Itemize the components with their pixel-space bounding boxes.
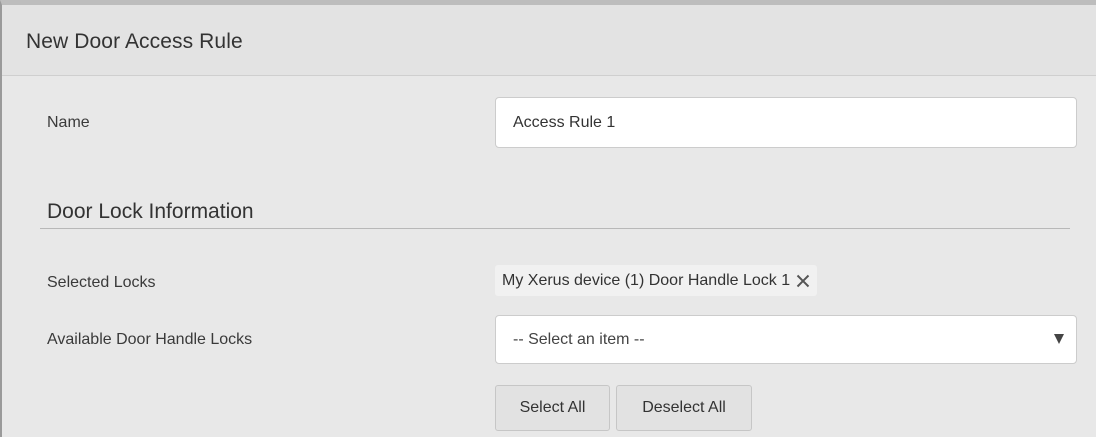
- available-locks-select-value: -- Select an item --: [513, 330, 645, 348]
- available-locks-label: Available Door Handle Locks: [47, 331, 253, 348]
- name-input[interactable]: Access Rule 1: [495, 97, 1077, 148]
- section-divider: [40, 228, 1070, 229]
- available-locks-select[interactable]: -- Select an item --: [495, 315, 1077, 364]
- dialog-title: New Door Access Rule: [26, 30, 243, 53]
- selected-locks-label: Selected Locks: [47, 274, 156, 291]
- door-lock-section-title: Door Lock Information: [47, 200, 254, 223]
- dialog-window: New Door Access Rule Name Access Rule 1 …: [0, 0, 1096, 437]
- dialog-header: New Door Access Rule: [2, 5, 1096, 76]
- close-x-icon[interactable]: [795, 273, 811, 289]
- selected-lock-chip: My Xerus device (1) Door Handle Lock 1: [495, 265, 818, 296]
- name-label: Name: [47, 114, 90, 131]
- selected-lock-chip-label: My Xerus device (1) Door Handle Lock 1: [502, 271, 791, 289]
- deselect-all-button[interactable]: Deselect All: [616, 385, 752, 431]
- select-all-button[interactable]: Select All: [495, 385, 610, 431]
- dialog-body: Name Access Rule 1 Door Lock Information…: [2, 76, 1096, 437]
- dropdown-triangle-icon[interactable]: [1054, 334, 1064, 344]
